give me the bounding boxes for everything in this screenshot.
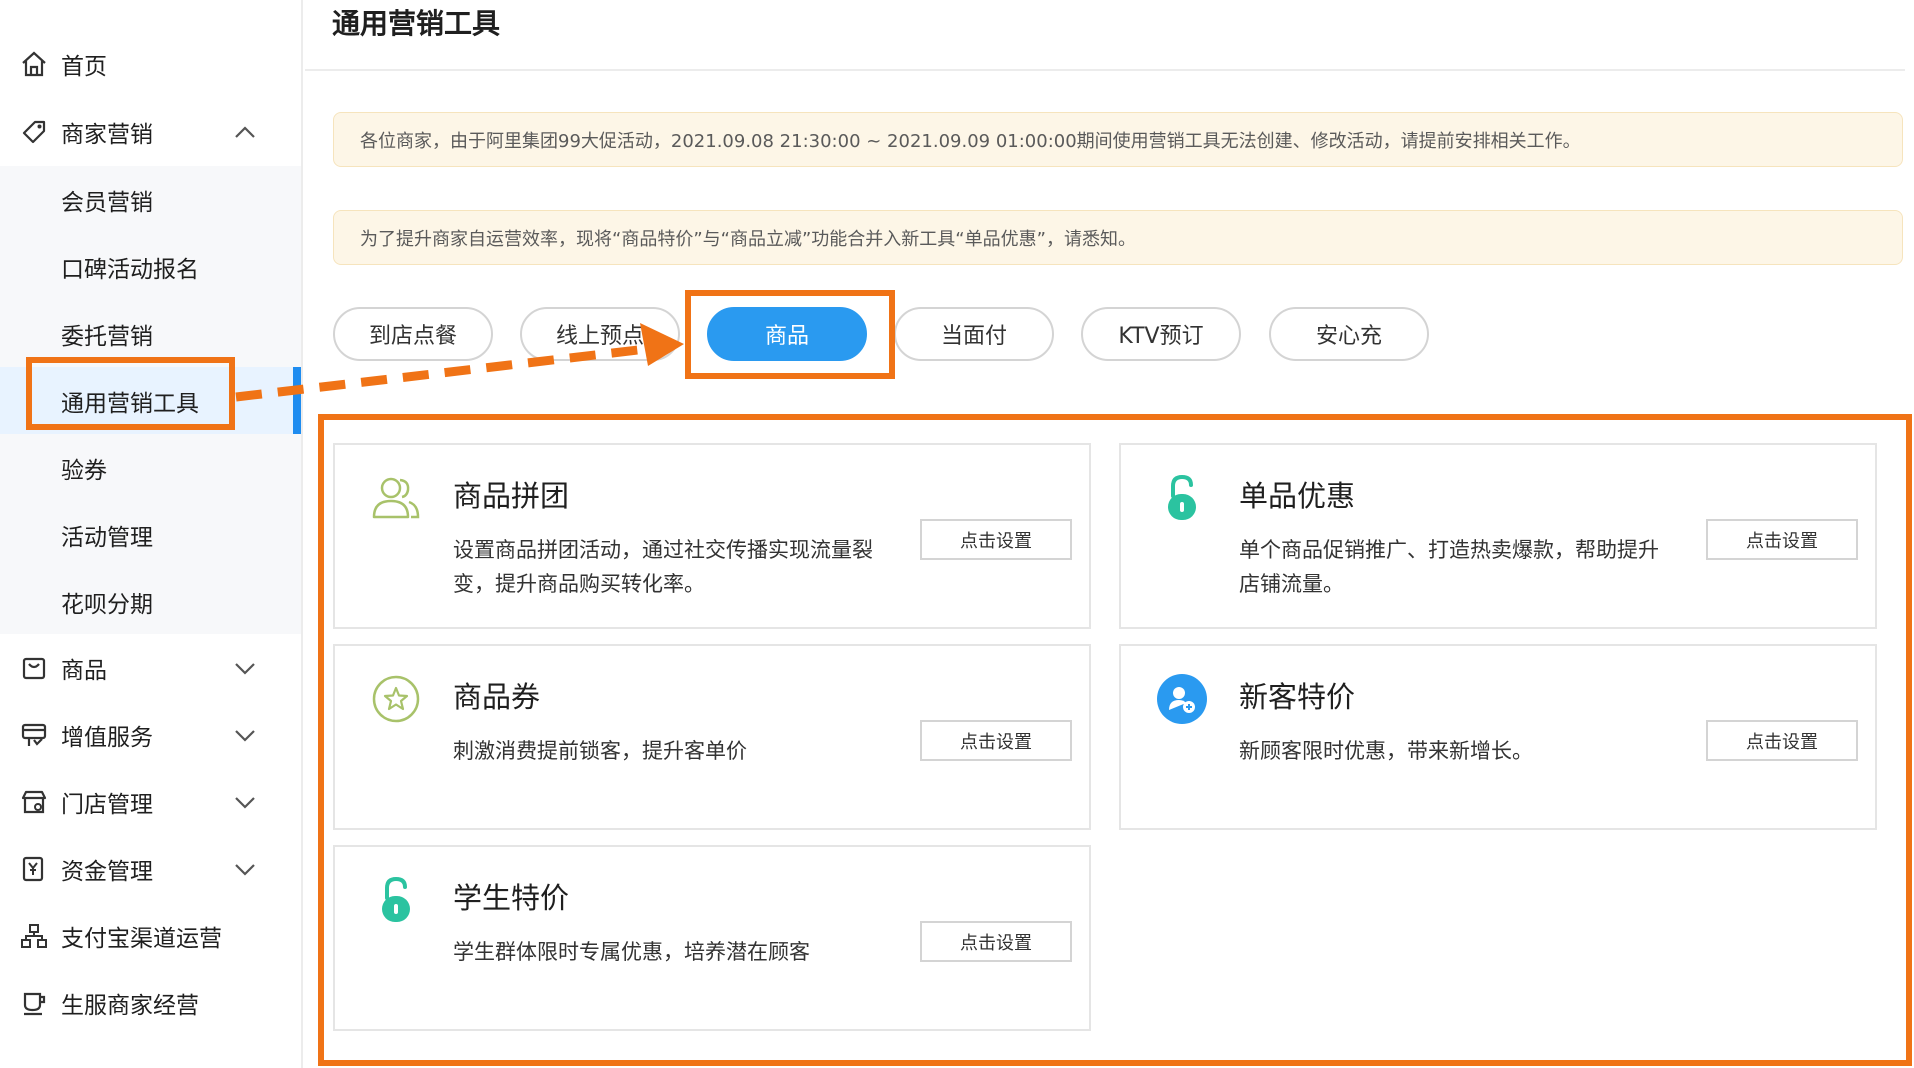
annotation-arrow — [235, 323, 684, 402]
